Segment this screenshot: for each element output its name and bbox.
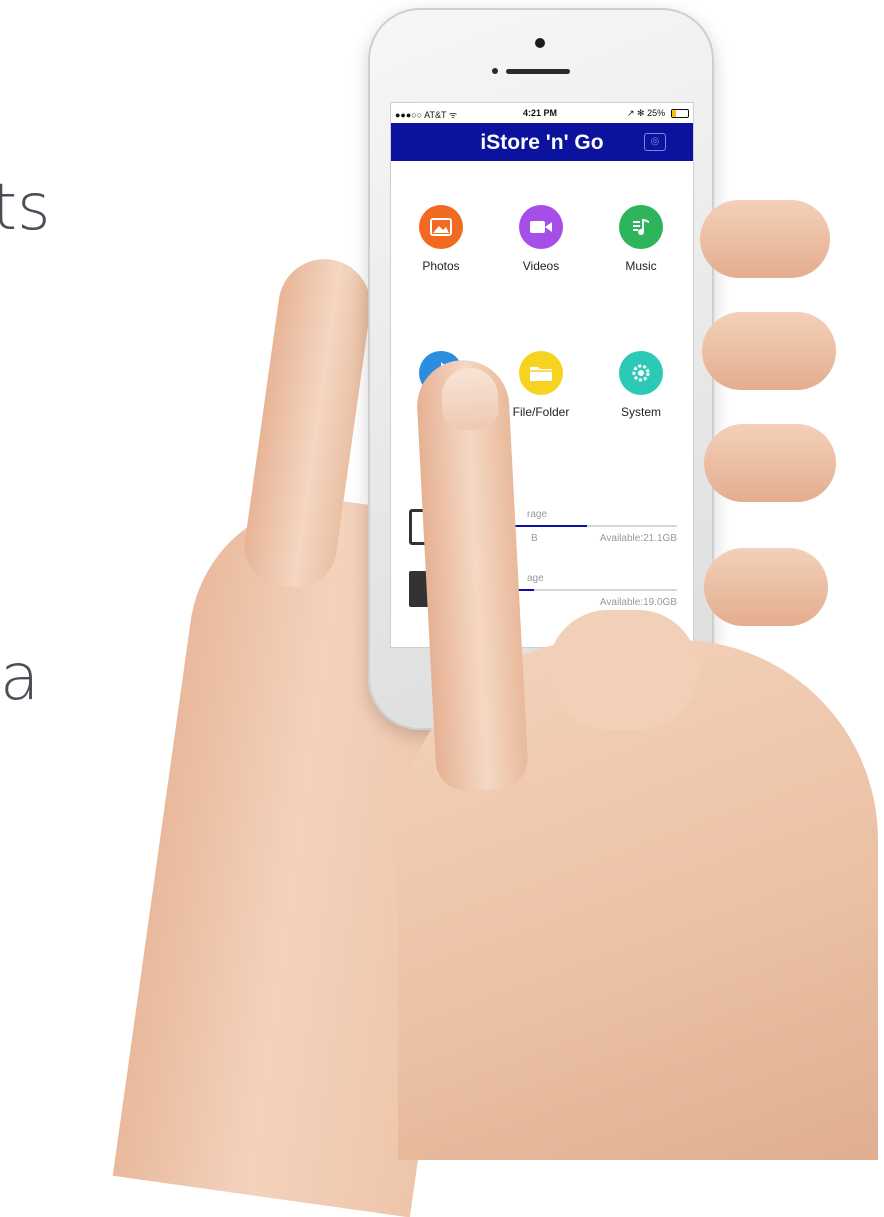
system-icon bbox=[619, 351, 663, 395]
camera-icon[interactable]: ◎ bbox=[644, 133, 666, 151]
background-text-top: ts bbox=[0, 171, 51, 245]
background-text-bottom: a bbox=[0, 641, 40, 715]
storage-used: B bbox=[531, 533, 538, 544]
status-bar: ●●●○○ AT&T ᯤ 4:21 PM ↗ ✻ 25% bbox=[391, 103, 693, 123]
photos-icon bbox=[419, 205, 463, 249]
tile-music[interactable]: Music bbox=[591, 205, 691, 273]
tile-label: System bbox=[620, 405, 661, 419]
tile-videos[interactable]: Videos bbox=[491, 205, 591, 273]
storage-available: Available:19.0GB bbox=[599, 597, 677, 608]
right-hand-finger bbox=[704, 424, 836, 502]
right-hand-finger bbox=[704, 548, 828, 626]
storage-label: rage bbox=[527, 509, 548, 520]
battery-icon bbox=[671, 109, 689, 118]
music-icon bbox=[619, 205, 663, 249]
fingernail bbox=[440, 366, 500, 432]
storage-available: Available:21.1GB bbox=[599, 533, 677, 544]
sensor bbox=[492, 68, 498, 74]
carrier-signal: ●●●○○ AT&T ᯤ bbox=[395, 110, 458, 120]
status-time: 4:21 PM bbox=[523, 108, 558, 118]
right-hand-finger bbox=[702, 312, 836, 390]
right-hand-finger bbox=[700, 200, 830, 278]
storage-label: age bbox=[527, 573, 544, 584]
folder-icon bbox=[519, 351, 563, 395]
front-camera bbox=[535, 38, 545, 48]
tile-photos[interactable]: Photos bbox=[391, 205, 491, 273]
app-header: iStore 'n' Go ◎ bbox=[391, 123, 693, 161]
tile-system[interactable]: System bbox=[591, 351, 691, 419]
knuckle bbox=[548, 610, 698, 730]
earpiece-speaker bbox=[506, 69, 570, 74]
tile-label: Videos bbox=[522, 259, 560, 273]
battery-percent: ↗ ✻ 25% bbox=[627, 108, 666, 118]
tile-label: Photos bbox=[422, 259, 460, 273]
videos-icon bbox=[519, 205, 563, 249]
tile-label: Music bbox=[625, 259, 657, 273]
